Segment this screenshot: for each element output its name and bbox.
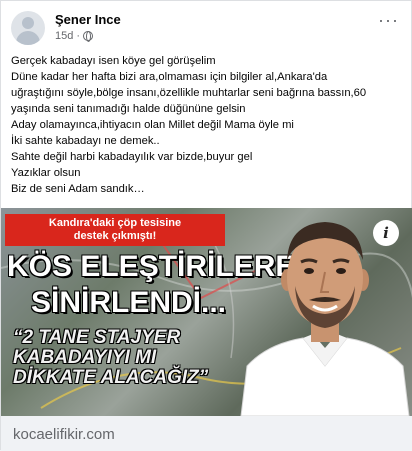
banner-line: Kandıra'daki çöp tesisine [48,217,182,229]
info-icon[interactable]: i [373,220,399,246]
post-text-line: Biz de seni Adam sandık… [11,183,145,195]
post-text-line: Aday olamayınca,ihtiyacın olan Millet de… [11,119,294,131]
quote-line: DİKKATE ALACAĞIZ” [13,367,209,388]
link-domain[interactable]: kocaelifikir.com [13,426,115,443]
quote-line: “2 TANE STAJYER [13,327,181,348]
globe-icon [83,31,94,42]
post-text-line: uğraştığını söyle,bölge insanı,özellikle… [11,87,367,99]
link-preview-footer[interactable]: kocaelifikir.com [1,416,412,451]
post-time[interactable]: 15d · [55,30,80,42]
person-photo [240,222,410,416]
post-text-line: Gerçek kabadayı isen köye gel görüşelim [11,55,216,67]
more-options-icon[interactable]: ··· [378,11,399,29]
banner-line: destek çıkmıştı! [73,230,157,242]
headline-line: SİNİRLENDİ... [31,286,227,319]
post-meta: 15d · [55,30,94,42]
post-header: Şener Ince 15d · ··· [11,11,403,47]
post-text-line: Sahte değil harbi kabadayılık var bizde,… [11,151,253,163]
post-card: Şener Ince 15d · ··· Gerçek kabadayı ise… [0,0,412,451]
default-avatar-icon[interactable] [11,11,45,45]
post-text-line: Yazıklar olsun [11,167,81,179]
author-name[interactable]: Şener Ince [55,12,121,27]
post-text-line: Düne kadar her hafta bizi ara,olmaması i… [11,71,328,83]
headline-banner: Kandıra'daki çöp tesisine destek çıkmışt… [5,214,225,246]
post-text-line: yaşında seni tanımadığı halde düğününe g… [11,103,246,115]
quote-line: KABADAYIYI MI [13,347,157,368]
post-text: Gerçek kabadayı isen köye gel görüşelim … [11,53,403,197]
post-text-line: İki sahte kabadayı ne demek.. [11,135,160,147]
link-preview-image[interactable]: Kandıra'daki çöp tesisine destek çıkmışt… [1,208,412,416]
quote-text: “2 TANE STAJYER KABADAYIYI MI DİKKATE AL… [13,328,243,388]
